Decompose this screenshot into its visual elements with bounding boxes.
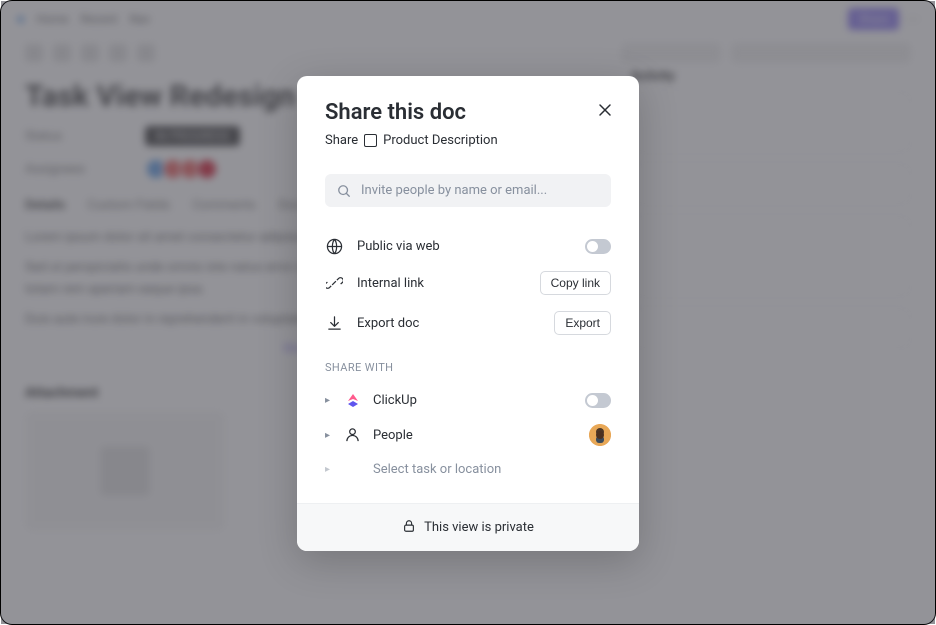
select-task-label: Select task or location bbox=[373, 462, 501, 477]
modal-header: Share this doc Share Product Description bbox=[297, 76, 639, 160]
export-button[interactable]: Export bbox=[554, 311, 611, 335]
select-task-row[interactable]: ▸ Select task or location bbox=[325, 454, 611, 485]
modal-body: Invite people by name or email... Public… bbox=[297, 174, 639, 503]
link-icon bbox=[325, 274, 343, 292]
internal-link-label: Internal link bbox=[357, 276, 424, 291]
caret-right-icon: ▸ bbox=[325, 464, 333, 475]
modal-subtitle: Share Product Description bbox=[325, 133, 611, 148]
caret-right-icon: ▸ bbox=[325, 395, 333, 406]
doc-icon bbox=[364, 134, 377, 147]
close-icon bbox=[598, 103, 612, 117]
share-doc-modal: Share this doc Share Product Description… bbox=[297, 76, 639, 551]
public-web-toggle[interactable] bbox=[585, 239, 611, 254]
search-placeholder: Invite people by name or email... bbox=[361, 183, 547, 198]
close-button[interactable] bbox=[595, 100, 615, 120]
people-label: People bbox=[373, 428, 413, 443]
modal-overlay[interactable]: Share this doc Share Product Description… bbox=[1, 1, 935, 624]
modal-title: Share this doc bbox=[325, 100, 611, 125]
share-people-row[interactable]: ▸ People bbox=[325, 416, 611, 454]
person-icon bbox=[345, 427, 361, 443]
share-clickup-row[interactable]: ▸ ClickUp bbox=[325, 384, 611, 416]
copy-link-button[interactable]: Copy link bbox=[540, 271, 611, 295]
search-icon bbox=[337, 184, 351, 198]
public-web-label: Public via web bbox=[357, 239, 440, 254]
doc-name: Product Description bbox=[383, 133, 498, 148]
lock-icon bbox=[402, 518, 416, 537]
export-doc-row: Export doc Export bbox=[325, 303, 611, 343]
caret-right-icon: ▸ bbox=[325, 430, 333, 441]
clickup-label: ClickUp bbox=[373, 393, 417, 408]
modal-footer: This view is private bbox=[297, 503, 639, 551]
export-doc-label: Export doc bbox=[357, 316, 419, 331]
invite-search-input[interactable]: Invite people by name or email... bbox=[325, 174, 611, 207]
clickup-logo-icon bbox=[345, 392, 361, 408]
share-prefix: Share bbox=[325, 133, 358, 148]
clickup-toggle[interactable] bbox=[585, 393, 611, 408]
public-web-row: Public via web bbox=[325, 229, 611, 263]
globe-icon bbox=[325, 237, 343, 255]
internal-link-row: Internal link Copy link bbox=[325, 263, 611, 303]
download-icon bbox=[325, 314, 343, 332]
person-avatar[interactable] bbox=[589, 424, 611, 446]
footer-text: This view is private bbox=[424, 520, 534, 535]
share-with-label: SHARE WITH bbox=[325, 361, 611, 374]
